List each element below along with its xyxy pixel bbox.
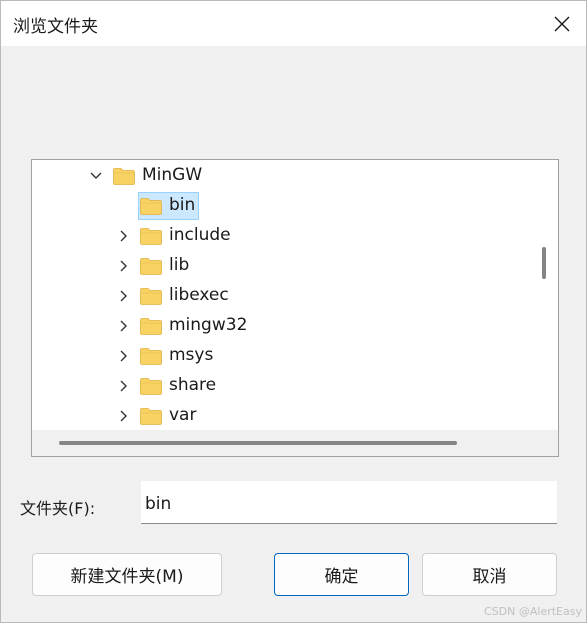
- tree-item-label: msys: [169, 345, 214, 365]
- folder-icon: [113, 168, 135, 185]
- tree-item-mingw32[interactable]: mingw32: [32, 311, 532, 341]
- vertical-scrollbar-thumb[interactable]: [542, 247, 546, 279]
- chevron-right-icon[interactable]: [117, 229, 131, 243]
- tree-item-share[interactable]: share: [32, 371, 532, 401]
- chevron-right-icon[interactable]: [117, 349, 131, 363]
- ok-button[interactable]: 确定: [274, 553, 409, 596]
- folder-icon: [140, 198, 162, 215]
- tree-item-label: mingw32: [169, 315, 248, 335]
- scrollbar-corner: [532, 430, 558, 456]
- folder-icon: [140, 258, 162, 275]
- chevron-right-icon[interactable]: [117, 319, 131, 333]
- cancel-button[interactable]: 取消: [422, 553, 557, 596]
- folder-icon: [140, 408, 162, 425]
- tree-item-label: bin: [169, 195, 196, 215]
- tree-item-msys[interactable]: msys: [32, 341, 532, 371]
- tree-item-bin[interactable]: bin: [32, 191, 532, 221]
- tree-item-var[interactable]: var: [32, 401, 532, 431]
- tree-item-label: MinGW: [142, 165, 203, 185]
- folder-icon: [140, 288, 162, 305]
- chevron-right-icon[interactable]: [117, 409, 131, 423]
- tree-item-label: var: [169, 405, 197, 425]
- browse-folder-dialog: 浏览文件夹 MinGW bin include lib libexec ming…: [0, 0, 587, 623]
- tree-item-libexec[interactable]: libexec: [32, 281, 532, 311]
- watermark: CSDN @AlertEasy: [484, 605, 582, 618]
- chevron-right-icon[interactable]: [117, 379, 131, 393]
- tree-item-label: include: [169, 225, 231, 245]
- chevron-right-icon[interactable]: [117, 259, 131, 273]
- new-folder-button[interactable]: 新建文件夹(M): [32, 553, 222, 596]
- chevron-right-icon[interactable]: [117, 289, 131, 303]
- folder-tree[interactable]: MinGW bin include lib libexec mingw32 ms…: [31, 159, 559, 457]
- tree-item-lib[interactable]: lib: [32, 251, 532, 281]
- close-button[interactable]: [538, 1, 586, 46]
- folder-icon: [140, 318, 162, 335]
- chevron-down-icon[interactable]: [89, 169, 103, 183]
- tree-item-label: share: [169, 375, 217, 395]
- folder-input[interactable]: [141, 481, 557, 524]
- title-bar: 浏览文件夹: [1, 1, 586, 46]
- close-icon: [554, 16, 570, 31]
- folder-icon: [140, 228, 162, 245]
- folder-field-label: 文件夹(F):: [20, 499, 96, 518]
- horizontal-scrollbar-thumb[interactable]: [59, 441, 457, 445]
- horizontal-scrollbar[interactable]: [32, 430, 532, 456]
- tree-item-mingw[interactable]: MinGW: [32, 161, 532, 191]
- dialog-title: 浏览文件夹: [13, 17, 98, 37]
- tree-item-label: libexec: [169, 285, 229, 305]
- folder-icon: [140, 378, 162, 395]
- tree-item-include[interactable]: include: [32, 221, 532, 251]
- tree-item-label: lib: [169, 255, 190, 275]
- folder-icon: [140, 348, 162, 365]
